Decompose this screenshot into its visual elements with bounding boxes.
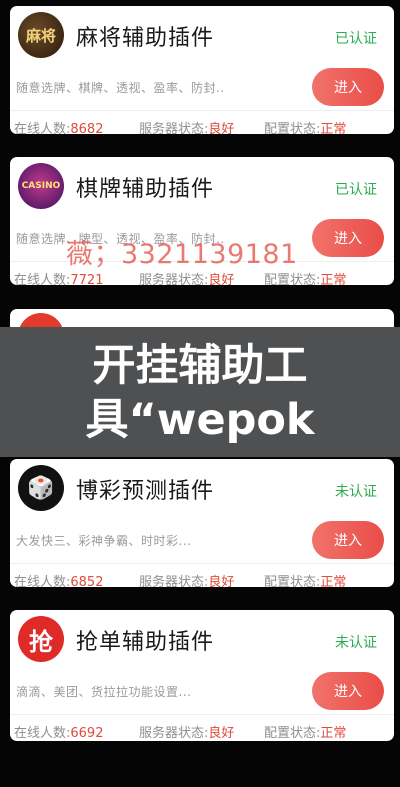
online-count: 在线人数:6692 — [14, 726, 104, 741]
enter-button[interactable]: 进入 — [312, 219, 384, 257]
server-status: 服务器状态:良好 — [139, 575, 235, 587]
enter-button[interactable]: 进入 — [312, 521, 384, 559]
plugin-title: 麻将辅助插件 — [76, 26, 215, 51]
server-status: 服务器状态:良好 — [139, 273, 235, 285]
verification-badge: 已认证 — [335, 31, 377, 47]
plugin-description: 滴滴、美团、货拉拉功能设置... — [16, 685, 192, 699]
online-count: 在线人数:7721 — [14, 273, 104, 285]
divider — [10, 110, 394, 111]
plugin-card-lottery[interactable]: 🎲 博彩预测插件 未认证 大发快三、彩神争霸、时时彩... 进入 在线人数:68… — [10, 459, 394, 587]
config-status: 配置状态:正常 — [264, 726, 347, 741]
plugin-card-mahjong[interactable]: 麻将 麻将辅助插件 已认证 随意选牌、棋牌、透视、盈率、防封.. 进入 在线人数… — [10, 6, 394, 134]
dice-logo-icon: 🎲 — [18, 465, 64, 511]
divider — [10, 714, 394, 715]
casino-logo-icon: CASINO — [18, 163, 64, 209]
verification-badge: 未认证 — [335, 635, 377, 651]
online-count: 在线人数:6852 — [14, 575, 104, 587]
online-count: 在线人数:8682 — [14, 122, 104, 134]
enter-button[interactable]: 进入 — [312, 68, 384, 106]
config-status: 配置状态:正常 — [264, 122, 347, 134]
promo-banner: 开挂辅助工 具“wepok — [0, 327, 400, 457]
contact-watermark: 薇；3321139181 — [66, 239, 298, 270]
server-status: 服务器状态:良好 — [139, 122, 235, 134]
banner-line-2: 具“wepok — [85, 395, 315, 445]
plugin-title: 抢单辅助插件 — [76, 630, 215, 655]
plugin-title: 棋牌辅助插件 — [76, 177, 215, 202]
plugin-card-grab-order[interactable]: 抢 抢单辅助插件 未认证 滴滴、美团、货拉拉功能设置... 进入 在线人数:66… — [10, 610, 394, 741]
plugin-description: 大发快三、彩神争霸、时时彩... — [16, 534, 192, 548]
server-status: 服务器状态:良好 — [139, 726, 235, 741]
config-status: 配置状态:正常 — [264, 273, 347, 285]
divider — [10, 563, 394, 564]
grab-logo-icon: 抢 — [18, 616, 64, 662]
plugin-title: 博彩预测插件 — [76, 479, 215, 504]
banner-line-1: 开挂辅助工 — [92, 341, 308, 391]
verification-badge: 已认证 — [335, 182, 377, 198]
mahjong-logo-icon: 麻将 — [18, 12, 64, 58]
verification-badge: 未认证 — [335, 484, 377, 500]
config-status: 配置状态:正常 — [264, 575, 347, 587]
enter-button[interactable]: 进入 — [312, 672, 384, 710]
plugin-description: 随意选牌、棋牌、透视、盈率、防封.. — [16, 81, 225, 95]
